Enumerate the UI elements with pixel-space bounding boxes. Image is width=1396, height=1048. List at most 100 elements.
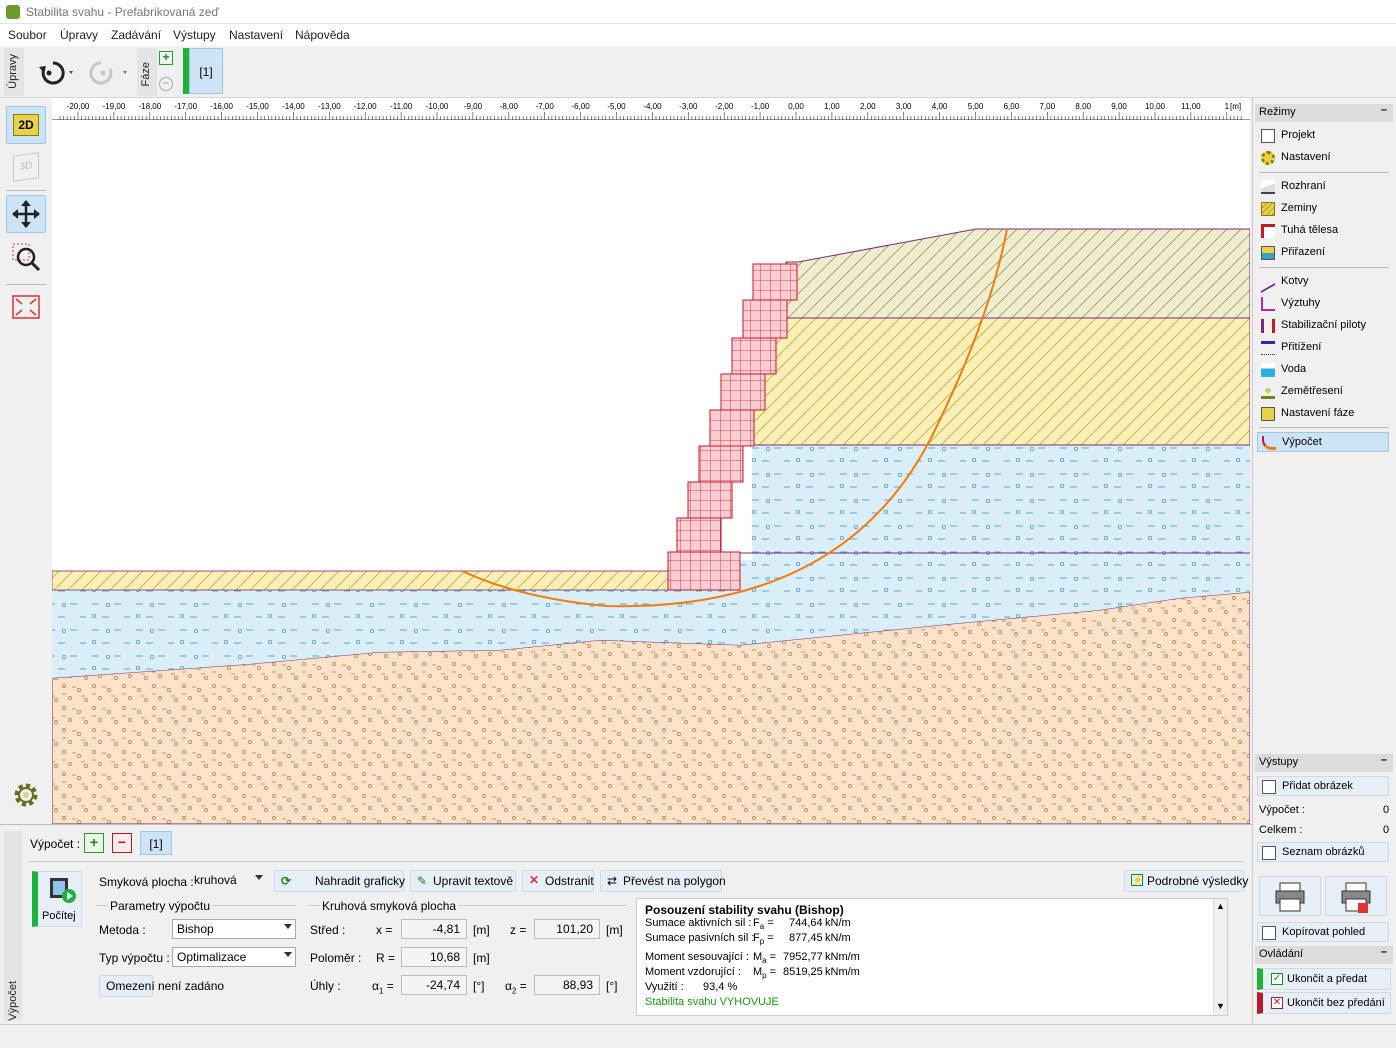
mode-soils[interactable]: Zeminy [1257,199,1389,219]
alpha1-unit: [°] [473,979,485,993]
mode-anchors[interactable]: Kotvy [1257,270,1389,294]
results-icon: ⚡ [1131,874,1144,886]
method-select[interactable]: Bishop [172,919,296,939]
right-panel: Režimy – Projekt Nastavení Rozhraní Zemin… [1252,98,1396,1024]
calc-type-select[interactable]: Optimalizace [172,947,296,967]
menu-settings[interactable]: Nastavení [229,28,283,42]
run-calculation-button[interactable]: Počítej [32,871,82,927]
replace-graphic-button[interactable]: ⟳ Nahradit graficky [274,870,405,892]
menu-file[interactable]: Soubor [8,28,47,42]
x-label: x = [376,923,393,937]
reinforcement-icon [1261,297,1275,311]
alpha2-input[interactable]: 88,93 [534,975,600,995]
separator [1259,267,1389,268]
mode-surcharge-label: Přitížení [1281,341,1322,353]
rigid-body-icon [1261,224,1275,238]
view-3d-button[interactable]: 3D [6,148,46,186]
active-forces-unit: kN/m [825,917,851,929]
ruler-tick-label: -8,00 [500,102,519,111]
mode-phase-settings-label: Nastavení fáze [1281,407,1355,419]
soil-icon [1261,202,1275,216]
menu-edit[interactable]: Úpravy [60,28,98,42]
collapse-icon: – [1380,754,1387,766]
center-z-input[interactable]: 101,20 [534,919,600,939]
results-scrollbar[interactable]: ▲ ▼ [1213,899,1227,1015]
mode-interfaces[interactable]: Rozhraní [1257,177,1389,197]
tool-divider [6,284,46,285]
control-header[interactable]: Ovládání – [1255,946,1393,964]
mode-earthquake[interactable]: Zemětřesení [1257,382,1389,402]
mode-reinforcements[interactable]: Výztuhy [1257,294,1389,314]
ruler-tick-label: -3,00 [679,102,698,111]
convert-polygon-button[interactable]: ⇄ Převést na polygon [600,870,726,892]
pencil-icon: ✎ [417,874,428,888]
calc-tab-1[interactable]: [1] [140,831,172,855]
edit-text-label: Upravit textově [433,874,514,888]
mode-project-label: Projekt [1281,129,1316,141]
add-calc-button[interactable]: + [84,833,104,853]
edit-text-button[interactable]: ✎ Upravit textově [410,870,516,892]
mode-calculation-label: Výpočet [1282,436,1322,448]
slip-surface-select[interactable]: kruhová [190,871,266,891]
control-title: Ovládání [1259,948,1304,960]
r-unit: [m] [473,951,490,965]
restriction-button[interactable]: Omezení [99,975,155,997]
anchor-icon [1261,270,1275,294]
method-label: Metoda : [99,923,146,937]
outputs-header[interactable]: Výstupy – [1255,754,1393,772]
zoom-extents-button[interactable] [6,288,46,326]
soil-fill-front [52,570,669,591]
menu-input[interactable]: Zadávání [111,28,161,42]
image-list-button[interactable]: Seznam obrázků [1257,842,1389,862]
move-arrows-icon [12,200,40,228]
remove-calc-button[interactable]: − [112,833,132,853]
ruler-unit: [m] [1230,102,1241,111]
detailed-results-button[interactable]: ⚡ Podrobné výsledky [1124,870,1248,892]
menu-outputs[interactable]: Výstupy [173,28,216,42]
resisting-moment-value: 8519,25 [783,966,823,978]
print-export-button[interactable] [1325,876,1387,916]
drawing-canvas[interactable] [52,120,1250,824]
radius-input[interactable]: 10,68 [401,947,467,967]
alpha1-input[interactable]: -24,74 [401,975,467,995]
menu-help[interactable]: Nápověda [295,28,350,42]
params-section-title: Parametry výpočtu [108,899,213,913]
remove-button[interactable]: ✕ Odstranit [522,870,594,892]
zoom-window-button[interactable] [6,238,46,276]
mode-project[interactable]: Projekt [1257,126,1389,146]
mode-rigid-bodies[interactable]: Tuhá tělesa [1257,221,1389,241]
mode-settings[interactable]: Nastavení [1257,148,1389,168]
mode-calculation[interactable]: Výpočet [1257,432,1389,452]
edit-group: Úpravy [4,48,24,96]
convert-icon: ⇄ [607,874,618,888]
mode-phase-settings[interactable]: Nastavení fáze [1257,404,1389,424]
mode-assign[interactable]: Přiřazení [1257,243,1389,263]
add-phase-button[interactable]: + [159,51,173,65]
mode-surcharge[interactable]: Přitížení [1257,338,1389,358]
modes-header[interactable]: Režimy – [1255,104,1393,122]
mode-piles[interactable]: Stabilizační piloty [1257,316,1389,336]
center-x-input[interactable]: -4,81 [401,919,467,939]
slip-surface-value: kruhová [194,873,237,887]
ruler-tick-label: -6,00 [571,102,590,111]
print-button[interactable] [1259,876,1321,916]
ruler-tick-label: -14,00 [282,102,305,111]
pan-button[interactable] [6,195,46,233]
app-logo-icon [6,5,20,19]
copy-view-button[interactable]: Kopírovat pohled [1257,922,1389,942]
settings-button[interactable] [6,776,46,814]
fp-symbol: Fp = [753,932,774,947]
phase-tab-1[interactable]: [1] [189,48,223,94]
finish-button[interactable]: ✓ Ukončit a předat [1257,968,1391,990]
finish-no-handover-button[interactable]: ✕ Ukončit bez předání [1257,992,1391,1014]
water-icon [1261,363,1275,377]
redo-button[interactable] [84,54,132,90]
add-image-button[interactable]: Přidat obrázek [1257,776,1389,796]
mode-water[interactable]: Voda [1257,360,1389,380]
view-2d-button[interactable]: 2D [6,106,46,144]
outputs-calc-label: Výpočet : [1259,804,1305,816]
remove-phase-button[interactable]: − [159,77,173,91]
results-panel[interactable]: Posouzení stability svahu (Bishop) Sumac… [636,898,1228,1016]
toolbar: Úpravy Fáze + − [1] [0,46,1396,98]
undo-button[interactable] [30,54,78,90]
